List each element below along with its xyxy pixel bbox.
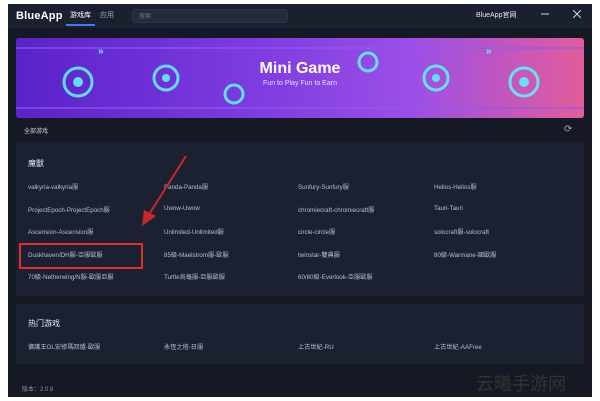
game-item[interactable]: Turtle烏龜服-亞服歐服: [164, 272, 225, 281]
refresh-icon[interactable]: ⟳: [564, 124, 572, 135]
game-item[interactable]: 永恆之塔-日服: [164, 342, 203, 351]
game-item[interactable]: 上古世紀-RU: [298, 342, 334, 351]
banner-subtitle: Fun to Play Fun to Earn: [263, 80, 337, 87]
annotation-highlight-box: [19, 243, 143, 269]
game-item[interactable]: valkyria-valkyria服: [28, 182, 78, 191]
game-item[interactable]: chromiecraft-chromiecraft服: [298, 205, 374, 214]
game-item[interactable]: 70級-Netherwing/N服-歐服亞服: [28, 272, 114, 281]
game-item[interactable]: solocraft服-solocraft: [434, 227, 489, 236]
minimize-icon[interactable]: [540, 9, 550, 21]
category-title: 热门游戏: [28, 319, 60, 328]
chevron-right-icon: »: [486, 46, 491, 57]
game-item[interactable]: twinstar-雙典服: [298, 250, 340, 259]
game-item[interactable]: Tauri-Tauri: [434, 205, 463, 212]
annotation-arrow-icon: [142, 155, 187, 226]
close-icon[interactable]: [572, 9, 582, 21]
official-site-link[interactable]: BlueApp官网: [476, 10, 516, 20]
app-logo: BlueApp: [16, 10, 63, 22]
banner-title: Mini Game: [259, 60, 341, 77]
mini-game-banner[interactable]: » » Mini Game Fun to Play Fun to Earn: [16, 38, 584, 118]
game-item[interactable]: 60/80級-Everlook-亞服歐服: [298, 272, 373, 281]
search-input[interactable]: 搜索: [132, 9, 288, 23]
chevron-left-icon: »: [98, 46, 103, 57]
category-title: 魔獸: [28, 159, 44, 168]
tab-apps[interactable]: 应用: [96, 8, 118, 24]
section-title: 全部游戏: [24, 129, 49, 135]
watermark: 云曦手游网: [476, 374, 566, 395]
app-window: BlueApp 游戏库 应用 搜索 BlueApp官网 » » Mini Gam…: [8, 4, 592, 397]
category-panel-hot: [16, 304, 584, 364]
game-item[interactable]: 上古世紀-AAFree: [434, 342, 482, 351]
game-item[interactable]: circle-circle服: [298, 227, 335, 236]
game-item[interactable]: Helios-Helios服: [434, 182, 477, 191]
version-label: 版本：2.0.8: [22, 387, 54, 393]
game-item[interactable]: ProjectEpoch-ProjectEpoch服: [28, 205, 110, 214]
game-item[interactable]: Sunfury-Sunfury服: [298, 182, 349, 191]
game-item[interactable]: Ascension-Ascension服: [28, 227, 93, 236]
game-item[interactable]: 85級-Maelstrom服-歐服: [164, 250, 229, 259]
game-item[interactable]: 傭護王OL安修瑪回爐-歐服: [28, 342, 100, 351]
game-item[interactable]: 80級-Warmane-國歐服: [434, 250, 496, 259]
tab-game-library[interactable]: 游戏库: [66, 8, 95, 26]
title-bar: BlueApp 游戏库 应用 搜索 BlueApp官网: [8, 4, 592, 28]
